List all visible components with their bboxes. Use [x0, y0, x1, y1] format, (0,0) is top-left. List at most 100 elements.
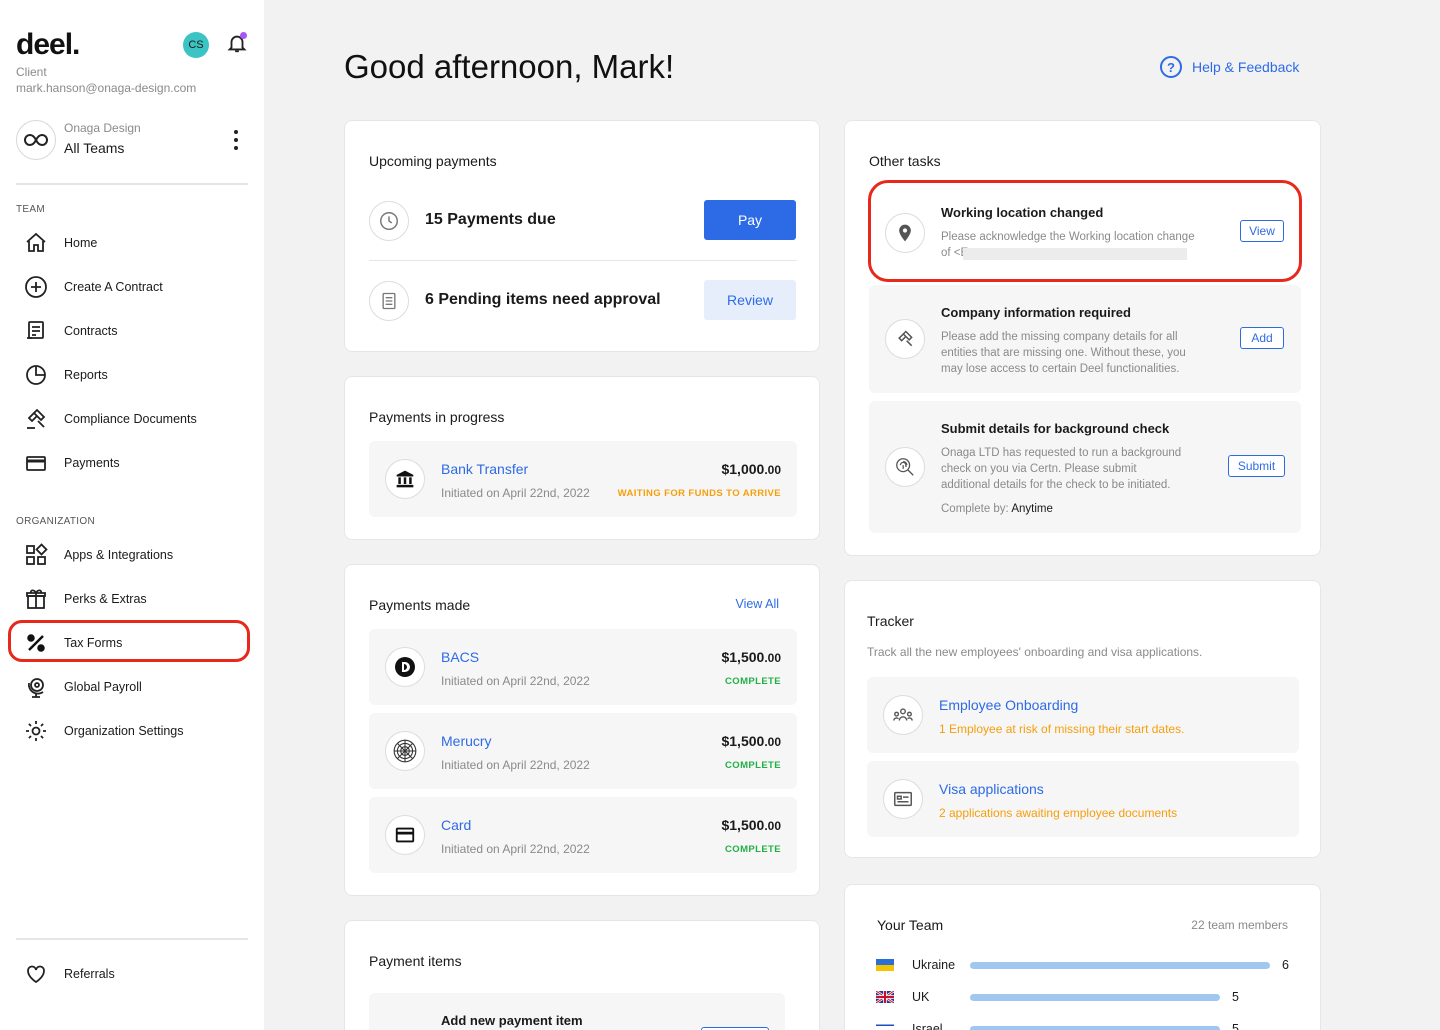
- amount-main: $1,000: [721, 461, 765, 477]
- task-description: additional details for the check to be i…: [941, 479, 1171, 491]
- complete-by-value: Anytime: [1011, 503, 1053, 515]
- payments-made-card: Payments made View All BACS Initiated on…: [344, 564, 820, 896]
- upcoming-payments-card: Upcoming payments 15 Payments due Pay 6 …: [344, 120, 820, 352]
- task-description: Onaga LTD has requested to run a backgro…: [941, 447, 1182, 459]
- country-count: 5: [1232, 990, 1239, 1004]
- nav-perks-extras[interactable]: Perks & Extras: [16, 580, 248, 618]
- payment-amount: $1,500.00: [721, 733, 781, 749]
- user-role: Client: [16, 65, 47, 79]
- payments-in-progress-card: Payments in progress Bank Transfer Initi…: [344, 376, 820, 540]
- country-count: 5: [1232, 1022, 1239, 1030]
- payment-amount: $1,500.00: [721, 649, 781, 665]
- tracker-title-link[interactable]: Visa applications: [939, 781, 1044, 797]
- payment-method-link[interactable]: BACS: [441, 649, 479, 665]
- task-description: Please add the missing company details f…: [941, 331, 1178, 343]
- payment-amount: $1,500.00: [721, 817, 781, 833]
- nav-create-contract[interactable]: Create A Contract: [16, 268, 248, 306]
- nav-payments[interactable]: Payments: [16, 444, 248, 482]
- task-description: check on you via Certn. Please submit: [941, 463, 1137, 475]
- tax-forms-highlight: [8, 620, 250, 662]
- card-title: Your Team: [877, 917, 944, 933]
- nav-label: Compliance Documents: [64, 412, 197, 426]
- nav-label: Referrals: [64, 967, 115, 981]
- card-title: Other tasks: [869, 153, 941, 169]
- org-name: Onaga Design: [64, 121, 141, 135]
- avatar[interactable]: CS: [183, 32, 209, 58]
- payment-method-link[interactable]: Bank Transfer: [441, 461, 528, 477]
- status-badge: COMPLETE: [725, 760, 781, 771]
- team-bar: [970, 994, 1220, 1001]
- globe-payroll-icon: [16, 668, 56, 706]
- org-switcher[interactable]: Onaga Design All Teams: [16, 120, 248, 162]
- add-payment-item-text: Add new payment item: [441, 1013, 583, 1028]
- nav-referrals[interactable]: Referrals: [16, 955, 248, 993]
- payment-amount: $1,000.00: [721, 461, 781, 477]
- team-country-row[interactable]: Israel 5: [876, 1020, 1296, 1030]
- team-bar: [970, 1026, 1220, 1030]
- add-button[interactable]: Add: [1240, 327, 1284, 349]
- nav-contracts[interactable]: Contracts: [16, 312, 248, 350]
- task-row[interactable]: Company information required Please add …: [869, 285, 1301, 393]
- clock-icon: [369, 201, 409, 241]
- nav-reports[interactable]: Reports: [16, 356, 248, 394]
- nav-compliance-documents[interactable]: Compliance Documents: [16, 400, 248, 438]
- payments-due-text: 15 Payments due: [425, 211, 556, 228]
- team-icon: [883, 695, 923, 735]
- task-title: Submit details for background check: [941, 421, 1170, 436]
- team-section-label: TEAM: [16, 204, 45, 215]
- divider: [16, 183, 248, 185]
- tracker-note: 1 Employee at risk of missing their star…: [939, 722, 1185, 736]
- view-all-link[interactable]: View All: [735, 597, 779, 611]
- deel-logo[interactable]: deel.: [16, 28, 80, 62]
- amount-cents: .00: [764, 463, 781, 477]
- payment-method-link[interactable]: Card: [441, 817, 471, 833]
- payment-row[interactable]: Card Initiated on April 22nd, 2022 $1,50…: [369, 797, 797, 873]
- task-description: may lose access to certain Deel function…: [941, 363, 1180, 375]
- help-feedback-link[interactable]: ? Help & Feedback: [1160, 56, 1299, 78]
- payment-item-row[interactable]: Add new payment item: [369, 993, 785, 1030]
- country-name: UK: [912, 990, 930, 1004]
- payment-row[interactable]: Bank Transfer Initiated on April 22nd, 2…: [369, 441, 797, 517]
- review-button[interactable]: Review: [704, 280, 796, 320]
- nav-label: Payments: [64, 456, 120, 470]
- team-bar: [970, 962, 1270, 969]
- complete-by: Complete by: Anytime: [941, 501, 1053, 517]
- credit-card-icon: [385, 815, 425, 855]
- payment-row[interactable]: BACS Initiated on April 22nd, 2022 $1,50…: [369, 629, 797, 705]
- status-badge: WAITING FOR FUNDS TO ARRIVE: [617, 488, 781, 499]
- question-icon: ?: [1160, 56, 1182, 78]
- more-vertical-icon[interactable]: [230, 130, 242, 150]
- payment-method-link[interactable]: Merucry: [441, 733, 492, 749]
- team-country-row[interactable]: Ukraine 6: [876, 956, 1296, 976]
- nav-label: Create A Contract: [64, 280, 163, 294]
- complete-by-label: Complete by:: [941, 503, 1009, 515]
- pay-button[interactable]: Pay: [704, 200, 796, 240]
- contract-icon: [16, 312, 56, 350]
- team-country-row[interactable]: UK 5: [876, 988, 1296, 1008]
- nav-label: Contracts: [64, 324, 118, 338]
- nav-organization-settings[interactable]: Organization Settings: [16, 712, 248, 750]
- notification-dot: [240, 32, 247, 39]
- nav-home[interactable]: Home: [16, 224, 248, 262]
- initiated-date: Initiated on April 22nd, 2022: [441, 486, 590, 500]
- task-description: entities that are missing one. Without t…: [941, 347, 1186, 359]
- id-card-icon: [883, 779, 923, 819]
- working-location-highlight: [868, 180, 1302, 282]
- amount-main: $1,500: [721, 733, 765, 749]
- task-row[interactable]: Submit details for background check Onag…: [869, 401, 1301, 533]
- tracker-row[interactable]: Visa applications 2 applications awaitin…: [867, 761, 1299, 837]
- gavel-icon: [16, 400, 56, 438]
- initiated-date: Initiated on April 22nd, 2022: [441, 842, 590, 856]
- nav-label: Home: [64, 236, 98, 250]
- tracker-title-link[interactable]: Employee Onboarding: [939, 697, 1078, 713]
- initiated-date: Initiated on April 22nd, 2022: [441, 674, 590, 688]
- payment-row[interactable]: Merucry Initiated on April 22nd, 2022 $1…: [369, 713, 797, 789]
- nav-label: Perks & Extras: [64, 592, 147, 606]
- nav-apps-integrations[interactable]: Apps & Integrations: [16, 536, 248, 574]
- bank-icon: [385, 459, 425, 499]
- nav-global-payroll[interactable]: Global Payroll: [16, 668, 248, 706]
- tracker-row[interactable]: Employee Onboarding 1 Employee at risk o…: [867, 677, 1299, 753]
- divider: [369, 260, 797, 261]
- submit-button[interactable]: Submit: [1228, 455, 1285, 477]
- amount-main: $1,500: [721, 649, 765, 665]
